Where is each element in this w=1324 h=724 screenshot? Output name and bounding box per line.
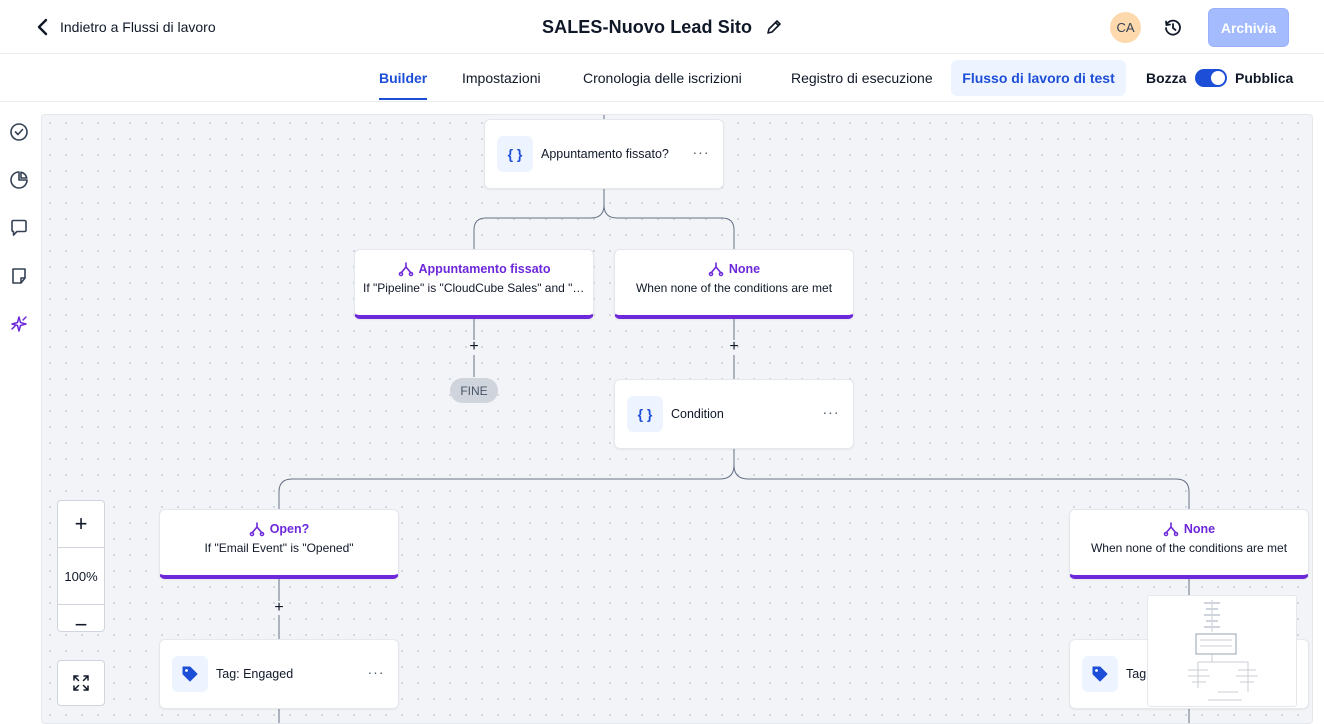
branch-node-none-2[interactable]: None When none of the conditions are met (1069, 509, 1309, 579)
publish-label: Pubblica (1235, 69, 1294, 86)
comment-icon[interactable] (8, 217, 30, 239)
draft-label: Bozza (1146, 69, 1187, 86)
branch-subtitle: If "Email Event" is "Opened" (204, 541, 354, 555)
tab-settings[interactable]: Impostazioni (462, 54, 541, 101)
zoom-in-button[interactable]: + (58, 501, 104, 547)
branch-fork-icon (708, 262, 724, 277)
action-node-tag-engaged[interactable]: Tag: Engaged ··· (159, 639, 399, 709)
branch-subtitle: When none of the conditions are met (635, 281, 833, 295)
pie-chart-icon[interactable] (8, 169, 30, 191)
add-step-button[interactable]: + (272, 600, 286, 616)
more-options-icon[interactable]: ··· (691, 142, 711, 162)
publish-toggle[interactable] (1195, 69, 1227, 87)
expand-icon (73, 675, 89, 691)
ai-sparkle-icon[interactable] (8, 313, 30, 335)
top-bar: Indietro a Flussi di lavoro SALES-Nuovo … (0, 0, 1324, 54)
test-workflow-button[interactable]: Flusso di lavoro di test (951, 60, 1126, 96)
back-link-label: Indietro a Flussi di lavoro (60, 19, 216, 35)
branch-title: Appuntamento fissato (418, 262, 551, 276)
fit-view-button[interactable] (57, 660, 105, 706)
branch-title: None (1183, 522, 1216, 536)
node-label: Tag: Engaged (216, 667, 294, 681)
check-circle-icon[interactable] (8, 121, 30, 143)
more-options-icon[interactable]: ··· (821, 402, 841, 422)
branch-subtitle: When none of the conditions are met (1090, 541, 1288, 555)
action-node-appointment-check[interactable]: { } Appuntamento fissato? ··· (484, 119, 724, 189)
minimap[interactable] (1147, 595, 1297, 707)
left-rail (0, 102, 40, 724)
curly-braces-icon: { } (497, 136, 533, 172)
tag-icon (1082, 656, 1118, 692)
branch-node-open[interactable]: Open? If "Email Event" is "Opened" (159, 509, 399, 579)
node-label: Appuntamento fissato? (541, 147, 669, 161)
history-button[interactable] (1161, 16, 1185, 40)
tab-builder[interactable]: Builder (379, 54, 428, 101)
end-badge: FINE (450, 378, 498, 403)
tab-execution-log[interactable]: Registro di esecuzione (791, 54, 933, 101)
archive-button[interactable]: Archivia (1208, 8, 1289, 47)
page-title: SALES-Nuovo Lead Sito (542, 16, 753, 37)
more-options-icon[interactable]: ··· (366, 662, 386, 682)
action-node-condition[interactable]: { } Condition ··· (614, 379, 854, 449)
tag-icon (172, 656, 208, 692)
add-step-button[interactable]: + (467, 339, 481, 355)
add-step-button[interactable]: + (727, 339, 741, 355)
branch-title: Open? (269, 522, 310, 536)
curly-braces-icon: { } (627, 396, 663, 432)
zoom-out-button[interactable]: − (58, 601, 104, 649)
note-icon[interactable] (8, 265, 30, 287)
node-label: Condition (671, 407, 724, 421)
back-link[interactable]: Indietro a Flussi di lavoro (36, 14, 216, 40)
zoom-controls: + 100% − (57, 500, 105, 637)
history-icon (1165, 19, 1181, 36)
branch-node-none-1[interactable]: None When none of the conditions are met (614, 249, 854, 319)
branch-node-appointment[interactable]: Appuntamento fissato If "Pipeline" is "C… (354, 249, 594, 319)
minimap-preview (1188, 600, 1258, 701)
branch-title: None (728, 262, 761, 276)
zoom-level: 100% (64, 568, 98, 584)
branch-fork-icon (249, 522, 265, 537)
chevron-left-icon (37, 18, 48, 36)
branch-fork-icon (1163, 522, 1179, 537)
workflow-canvas[interactable]: { } Appuntamento fissato? ··· Appuntamen… (41, 114, 1313, 724)
branch-fork-icon (398, 262, 413, 277)
branch-subtitle: If "Pipeline" is "CloudCube Sales" and "… (363, 281, 585, 295)
node-label: Tag (1126, 667, 1147, 681)
tab-enrollment-history[interactable]: Cronologia delle iscrizioni (583, 54, 742, 101)
tab-bar: Builder Impostazioni Cronologia delle is… (0, 54, 1324, 102)
pencil-icon[interactable] (766, 19, 782, 35)
workflow-title-area: SALES-Nuovo Lead Sito (542, 14, 782, 40)
avatar[interactable]: CA (1110, 12, 1141, 43)
